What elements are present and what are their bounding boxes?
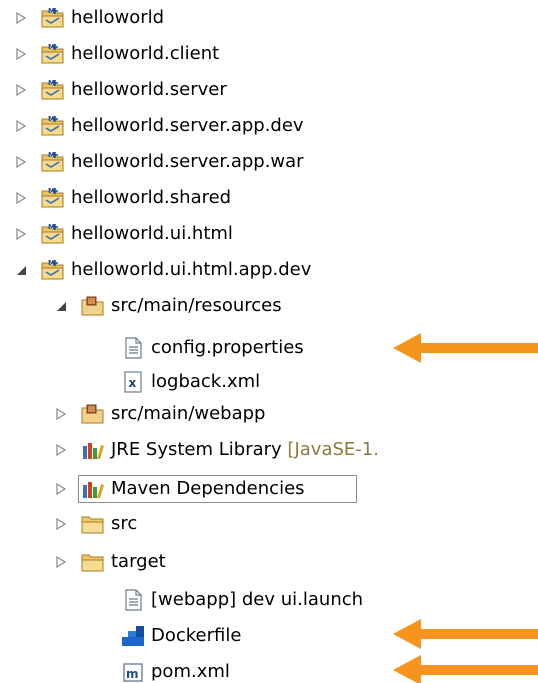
maven-pom-icon: m bbox=[123, 663, 143, 682]
collapsed-triangle-icon[interactable] bbox=[14, 119, 28, 133]
tree-item[interactable]: src/main/resources bbox=[0, 290, 538, 322]
tree-item-label: helloworld.server.app.war bbox=[71, 151, 304, 172]
maven-project-folder-icon: M bbox=[41, 115, 64, 136]
svg-text:m: m bbox=[126, 667, 139, 681]
source-folder-icon bbox=[81, 296, 104, 316]
arrow-left-icon bbox=[393, 655, 538, 683]
tree-item-label: logback.xml bbox=[151, 371, 261, 392]
collapsed-triangle-icon[interactable] bbox=[54, 407, 68, 421]
tree-item-label: JRE System Library [JavaSE-1. bbox=[111, 439, 379, 460]
expanded-triangle-icon[interactable] bbox=[54, 299, 68, 313]
collapsed-triangle-icon[interactable] bbox=[54, 443, 68, 457]
tree-item-label: helloworld.server bbox=[71, 79, 227, 100]
collapsed-triangle-icon[interactable] bbox=[14, 83, 28, 97]
tree-item[interactable]: x logback.xml bbox=[0, 366, 538, 398]
tree-item-label: src bbox=[111, 513, 138, 534]
library-icon bbox=[83, 443, 104, 459]
tree-item-label: helloworld.client bbox=[71, 43, 220, 64]
maven-project-folder-icon: M bbox=[41, 79, 64, 100]
maven-project-folder-icon: M bbox=[41, 151, 64, 172]
tree-item[interactable]: src/main/webapp bbox=[0, 398, 538, 430]
collapsed-triangle-icon[interactable] bbox=[54, 555, 68, 569]
docker-icon bbox=[122, 626, 144, 646]
folder-icon bbox=[81, 554, 104, 572]
tree-item-decoration: [JavaSE-1. bbox=[281, 439, 379, 460]
tree-item[interactable]: Mhelloworld.client bbox=[0, 38, 538, 70]
maven-project-folder-icon: M bbox=[41, 7, 64, 28]
tree-item[interactable]: Mhelloworld.server.app.war bbox=[0, 146, 538, 178]
collapsed-triangle-icon[interactable] bbox=[54, 517, 68, 531]
xml-file-icon: x bbox=[124, 371, 142, 393]
folder-icon bbox=[81, 516, 104, 534]
tree-item-label: config.properties bbox=[151, 337, 304, 358]
tree-item-label: helloworld.shared bbox=[71, 187, 232, 208]
tree-item-label: target bbox=[111, 551, 166, 572]
tree-item[interactable]: Mhelloworld bbox=[0, 2, 538, 34]
tree-item-label: pom.xml bbox=[151, 661, 230, 682]
tree-item-label: src/main/webapp bbox=[111, 403, 266, 424]
collapsed-triangle-icon[interactable] bbox=[54, 482, 68, 496]
expanded-triangle-icon[interactable] bbox=[14, 263, 28, 277]
arrow-left-icon bbox=[393, 619, 538, 649]
collapsed-triangle-icon[interactable] bbox=[14, 47, 28, 61]
tree-item-label: helloworld.server.app.dev bbox=[71, 115, 304, 136]
maven-project-folder-icon: M bbox=[41, 223, 64, 244]
launch-file-icon bbox=[125, 589, 142, 611]
collapsed-triangle-icon[interactable] bbox=[14, 191, 28, 205]
tree-item[interactable]: target bbox=[0, 546, 538, 578]
tree-item-label: [webapp] dev ui.launch bbox=[151, 589, 364, 610]
collapsed-triangle-icon[interactable] bbox=[14, 227, 28, 241]
tree-item[interactable]: Mhelloworld.ui.html.app.dev bbox=[0, 254, 538, 286]
collapsed-triangle-icon[interactable] bbox=[14, 155, 28, 169]
tree-item-label: src/main/resources bbox=[111, 295, 282, 316]
tree-item-label: helloworld.ui.html.app.dev bbox=[71, 259, 312, 280]
maven-project-folder-icon: M bbox=[41, 43, 64, 64]
tree-item-label: Maven Dependencies bbox=[111, 478, 305, 499]
tree-item-label: Dockerfile bbox=[151, 625, 242, 646]
svg-text:x: x bbox=[129, 376, 137, 390]
tree-item[interactable]: src bbox=[0, 508, 538, 540]
text-file-icon bbox=[125, 337, 142, 359]
tree-item[interactable]: Mhelloworld.server bbox=[0, 74, 538, 106]
tree-item-label: helloworld bbox=[71, 7, 165, 28]
project-explorer-tree: Mhelloworld Mhelloworld.client Mhelloworld… bbox=[0, 0, 538, 683]
maven-project-folder-icon: M bbox=[41, 259, 64, 280]
tree-item[interactable]: Mhelloworld.ui.html bbox=[0, 218, 538, 250]
tree-item[interactable]: Maven Dependencies bbox=[0, 473, 538, 505]
tree-item[interactable]: Mhelloworld.shared bbox=[0, 182, 538, 214]
tree-item-label: helloworld.ui.html bbox=[71, 223, 233, 244]
tree-item[interactable]: JRE System Library [JavaSE-1. bbox=[0, 434, 538, 466]
tree-item[interactable]: Mhelloworld.server.app.dev bbox=[0, 110, 538, 142]
tree-item[interactable]: [webapp] dev ui.launch bbox=[0, 584, 538, 616]
collapsed-triangle-icon[interactable] bbox=[14, 11, 28, 25]
maven-project-folder-icon: M bbox=[41, 187, 64, 208]
source-folder-icon bbox=[81, 404, 104, 424]
arrow-left-icon bbox=[393, 333, 538, 363]
